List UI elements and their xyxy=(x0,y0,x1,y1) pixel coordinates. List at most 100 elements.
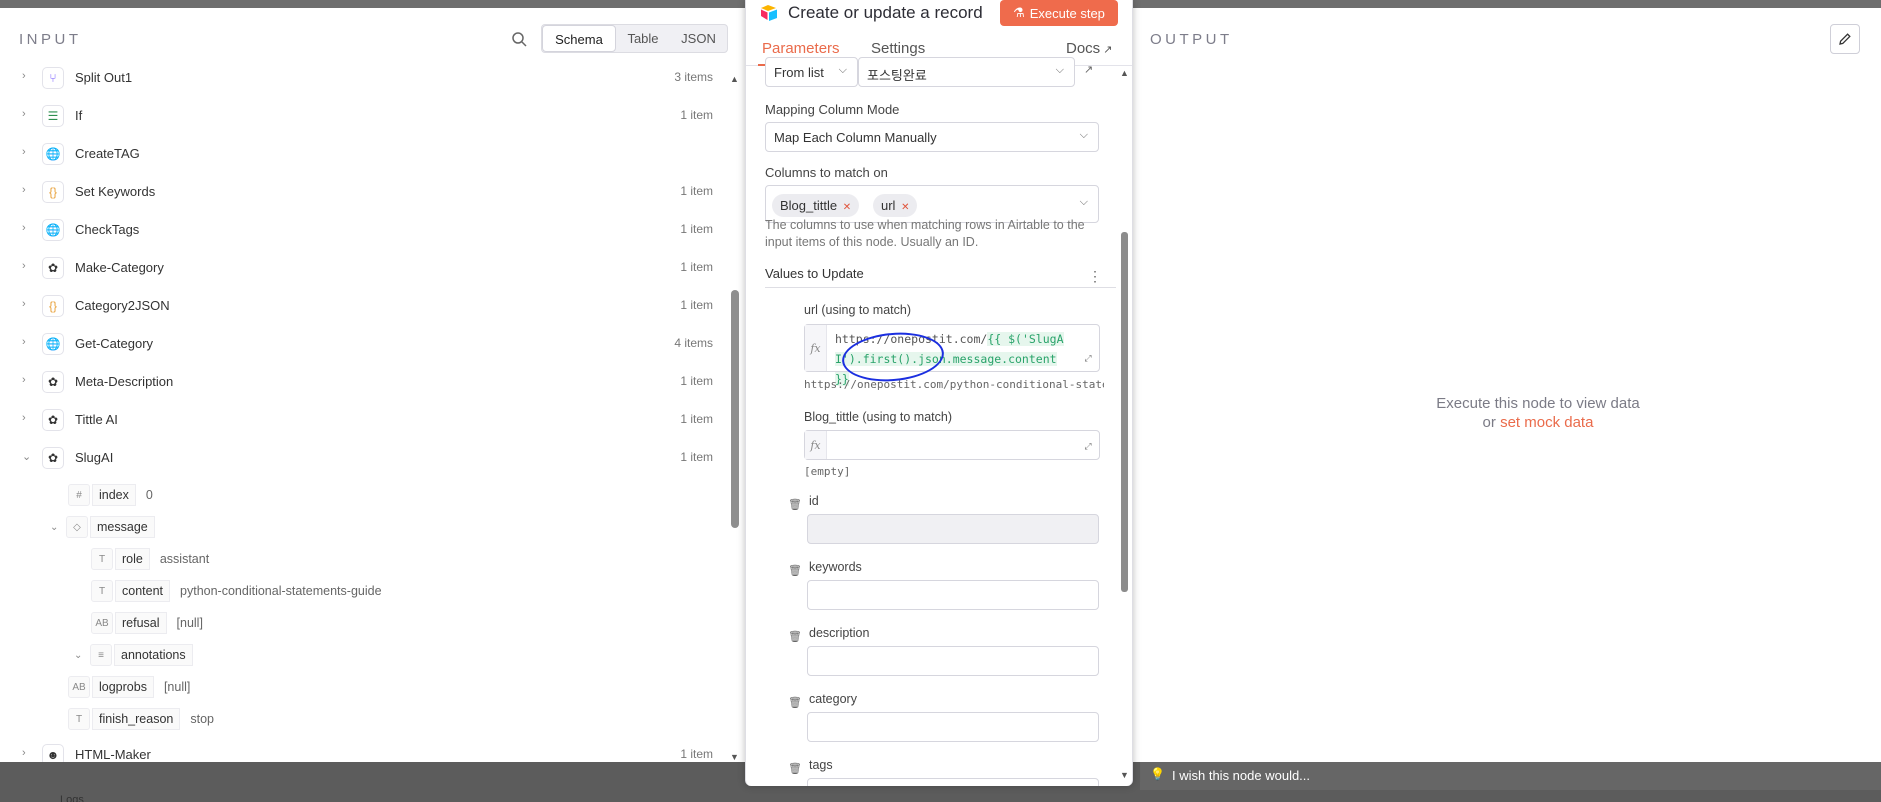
chevron-right-icon[interactable]: › xyxy=(22,336,26,348)
openai-icon: ✿ xyxy=(42,447,64,469)
node-row[interactable]: › ✿ Make-Category 1 item xyxy=(0,252,725,282)
field-type-icon: T xyxy=(91,580,113,602)
tab-docs[interactable]: Docs ↗ xyxy=(1066,40,1112,57)
table-select[interactable]: 포스팅완료 ⌵ xyxy=(858,57,1075,87)
schema-field[interactable]: ⌄ ≡ annotations xyxy=(74,643,203,667)
trash-icon[interactable]: 🗑 xyxy=(788,762,802,775)
openai-icon: ✿ xyxy=(42,371,64,393)
node-row[interactable]: › ✿ Tittle AI 1 item xyxy=(0,404,725,434)
param-label: id xyxy=(809,494,819,508)
param-input[interactable] xyxy=(807,580,1099,610)
schema-field[interactable]: ⌄ ◇ message xyxy=(50,515,165,539)
chevron-right-icon[interactable]: › xyxy=(22,412,26,424)
node-name: Split Out1 xyxy=(75,70,133,85)
node-item-count: 1 item xyxy=(680,747,713,761)
param-label: description xyxy=(809,626,870,640)
expand-icon[interactable]: ⤢ xyxy=(1081,441,1095,455)
tab-json[interactable]: JSON xyxy=(670,25,727,52)
fx-icon: fx xyxy=(805,431,827,459)
more-options-icon[interactable]: ⋮ xyxy=(1088,268,1102,285)
chevron-right-icon[interactable]: › xyxy=(22,222,26,234)
chevron-down-icon: ⌵ xyxy=(1079,196,1088,208)
scroll-up-icon[interactable]: ▲ xyxy=(1120,68,1129,78)
node-row[interactable]: › ☻ HTML-Maker 1 item xyxy=(0,739,725,762)
trash-icon[interactable]: 🗑 xyxy=(788,564,802,577)
field-key[interactable]: logprobs xyxy=(92,676,154,698)
remove-chip-icon[interactable]: ✕ xyxy=(843,202,851,213)
tab-settings[interactable]: Settings xyxy=(871,40,925,57)
chip-blog-tittle[interactable]: Blog_tittle ✕ xyxy=(772,194,860,217)
field-key[interactable]: message xyxy=(90,516,155,538)
node-item-count: 3 items xyxy=(674,70,713,84)
execute-step-button[interactable]: ⚗ Execute step xyxy=(1000,0,1118,26)
table-mode-select[interactable]: From list ⌵ xyxy=(765,57,858,87)
chevron-down-icon[interactable]: ⌄ xyxy=(74,650,90,661)
globe-icon: 🌐 xyxy=(42,143,64,165)
open-external-icon[interactable]: ↗ xyxy=(1084,63,1093,76)
node-row[interactable]: › ⑂ Split Out1 3 items xyxy=(0,62,725,92)
expand-icon[interactable]: ⤢ xyxy=(1081,353,1095,367)
chevron-right-icon[interactable]: › xyxy=(22,184,26,196)
logs-label[interactable]: Logs xyxy=(60,794,84,802)
scroll-down-icon[interactable]: ▼ xyxy=(1120,770,1129,780)
scroll-up-icon[interactable]: ▲ xyxy=(730,74,739,84)
external-link-icon: ↗ xyxy=(1103,44,1113,56)
input-panel: INPUT Schema Table JSON › ⑂ Split Out1 3 it… xyxy=(0,8,745,762)
search-icon[interactable] xyxy=(508,28,530,50)
tab-table[interactable]: Table xyxy=(616,25,670,52)
fx-icon: fx xyxy=(805,325,827,371)
schema-field[interactable]: Tfinish_reason stop xyxy=(68,707,214,731)
schema-field[interactable]: # index 0 xyxy=(68,483,153,507)
tab-parameters[interactable]: Parameters xyxy=(762,40,840,57)
node-row[interactable]: › {} Category2JSON 1 item xyxy=(0,290,725,320)
ndv-scrollbar[interactable] xyxy=(1121,232,1128,592)
chevron-right-icon[interactable]: › xyxy=(22,298,26,310)
chevron-right-icon[interactable]: › xyxy=(22,70,26,82)
field-key[interactable]: index xyxy=(92,484,136,506)
feedback-bar[interactable]: 💡 I wish this node would... xyxy=(1140,762,1881,790)
node-row[interactable]: ⌄ ✿ SlugAI 1 item xyxy=(0,442,725,472)
url-field-label: url (using to match) xyxy=(804,303,911,317)
param-input[interactable] xyxy=(807,514,1099,544)
schema-field[interactable]: AB refusal [null] xyxy=(91,611,203,635)
field-key[interactable]: annotations xyxy=(114,644,193,666)
tab-schema[interactable]: Schema xyxy=(542,25,616,52)
trash-icon[interactable]: 🗑 xyxy=(788,696,802,709)
chevron-down-icon[interactable]: ⌄ xyxy=(50,522,66,533)
chevron-right-icon[interactable]: › xyxy=(22,747,26,759)
node-row[interactable]: › 🌐 Get-Category 4 items xyxy=(0,328,725,358)
chip-url[interactable]: url ✕ xyxy=(873,194,918,217)
field-key[interactable]: role xyxy=(115,548,150,570)
trash-icon[interactable]: 🗑 xyxy=(788,498,802,511)
param-input[interactable] xyxy=(807,646,1099,676)
schema-field[interactable]: Trole assistant xyxy=(91,547,209,571)
schema-field[interactable]: AB logprobs [null] xyxy=(68,675,190,699)
node-row[interactable]: › ☰ If 1 item xyxy=(0,100,725,130)
input-scrollbar[interactable] xyxy=(731,290,739,528)
param-input[interactable] xyxy=(807,778,1099,786)
chevron-down-icon[interactable]: ⌄ xyxy=(22,450,31,463)
chevron-right-icon[interactable]: › xyxy=(22,374,26,386)
node-row[interactable]: › {} Set Keywords 1 item xyxy=(0,176,725,206)
scroll-down-icon[interactable]: ▼ xyxy=(730,752,739,762)
node-row[interactable]: › 🌐 CheckTags 1 item xyxy=(0,214,725,244)
mapping-mode-select[interactable]: Map Each Column Manually ⌵ xyxy=(765,122,1099,152)
param-input[interactable] xyxy=(807,712,1099,742)
node-row[interactable]: › 🌐 CreateTAG xyxy=(0,138,725,168)
field-key[interactable]: refusal xyxy=(115,612,167,634)
node-row[interactable]: › ✿ Meta-Description 1 item xyxy=(0,366,725,396)
chevron-right-icon[interactable]: › xyxy=(22,108,26,120)
trash-icon[interactable]: 🗑 xyxy=(788,630,802,643)
node-title[interactable]: Create or update a record xyxy=(788,3,983,23)
remove-chip-icon[interactable]: ✕ xyxy=(901,202,909,213)
chevron-right-icon[interactable]: › xyxy=(22,260,26,272)
field-key[interactable]: finish_reason xyxy=(92,708,181,730)
blog-expression-input[interactable]: fx ⤢ xyxy=(804,430,1100,460)
set-mock-data-link[interactable]: set mock data xyxy=(1500,414,1593,431)
field-key[interactable]: content xyxy=(115,580,171,602)
chevron-right-icon[interactable]: › xyxy=(22,146,26,158)
view-toggle: Schema Table JSON xyxy=(541,24,728,53)
edit-output-button[interactable] xyxy=(1830,24,1860,54)
node-name: SlugAI xyxy=(75,450,114,465)
schema-field[interactable]: Tcontent python-conditional-statements-gu… xyxy=(91,579,382,603)
